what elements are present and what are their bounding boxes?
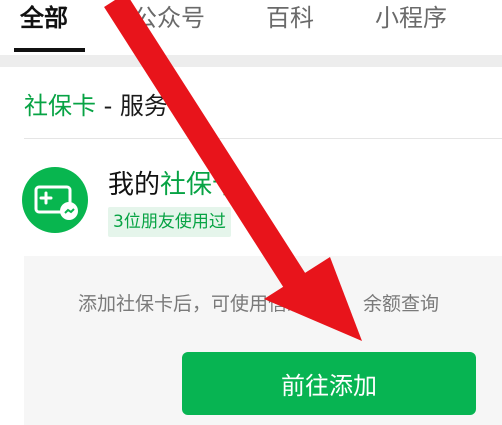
section-title-suffix: - 服务	[96, 92, 168, 120]
section-title-highlight: 社保卡	[24, 92, 96, 120]
section-separator	[0, 55, 502, 67]
social-security-card-icon[interactable]	[22, 167, 88, 233]
search-tabs: 全部 公众号 百科 小程序	[0, 0, 502, 52]
panel-description: 添加社保卡后，可使用信息查询、余额查询	[78, 293, 440, 315]
divider	[24, 138, 502, 139]
card-glyph-icon	[34, 185, 78, 220]
card-title-prefix: 我的	[108, 170, 161, 200]
card-title-highlight: 社保卡	[160, 170, 239, 200]
tab-mini-programs[interactable]: 小程序	[375, 0, 447, 52]
tab-all[interactable]: 全部	[20, 0, 68, 52]
tab-encyclopedia[interactable]: 百科	[266, 0, 314, 52]
add-card-panel: 添加社保卡后，可使用信息查询、余额查询 前往添加	[24, 256, 502, 425]
go-add-button[interactable]: 前往添加	[182, 352, 476, 415]
tab-official-accounts[interactable]: 公众号	[133, 0, 205, 52]
friends-used-badge: 3位朋友使用过	[108, 207, 231, 237]
card-title[interactable]: 我的社保卡	[108, 164, 238, 201]
section-title: 社保卡 - 服务	[24, 86, 168, 121]
active-tab-indicator	[14, 48, 85, 52]
